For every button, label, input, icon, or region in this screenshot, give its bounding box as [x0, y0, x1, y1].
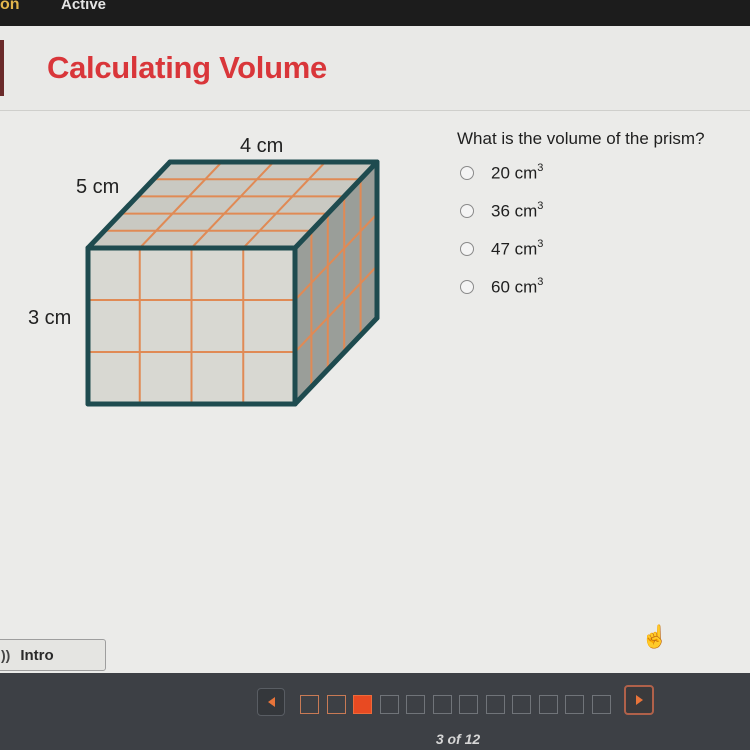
answer-option[interactable]: 20 cm3: [460, 161, 544, 183]
page-indicator-11[interactable]: [565, 695, 584, 714]
page-indicators: [300, 695, 618, 714]
radio-button[interactable]: [460, 204, 474, 218]
question-prompt: What is the volume of the prism?: [457, 129, 705, 148]
option-label: 36 cm3: [491, 199, 544, 221]
page-indicator-8[interactable]: [485, 695, 505, 714]
question-content: 4 cm 5 cm 3 cm What is the volume of the…: [0, 111, 750, 673]
radio-button[interactable]: [460, 280, 474, 294]
option-label: 60 cm3: [491, 275, 544, 297]
triangle-right-icon: [635, 695, 643, 705]
page-indicator-12[interactable]: [591, 695, 611, 714]
prism-figure: [85, 159, 380, 407]
page-count: 3 of 12: [435, 731, 481, 747]
page-indicator-2[interactable]: [326, 695, 346, 714]
next-button[interactable]: [624, 685, 654, 715]
answer-options: 20 cm3 36 cm3 47 cm3 60 cm3: [460, 161, 544, 315]
page-indicator-5[interactable]: [406, 695, 425, 714]
width-label: 5 cm: [76, 176, 120, 198]
lesson-header: Calculating Volume: [0, 26, 750, 111]
option-label: 47 cm3: [491, 237, 544, 259]
previous-button[interactable]: [257, 688, 285, 716]
header-accent: [0, 40, 4, 96]
tab-active[interactable]: Active: [61, 0, 106, 13]
triangle-left-icon: [267, 697, 275, 707]
option-label: 20 cm3: [491, 161, 544, 183]
audio-icon: )): [1, 647, 11, 663]
page-indicator-9[interactable]: [512, 695, 531, 714]
page-indicator-7[interactable]: [459, 695, 478, 714]
page-indicator-3[interactable]: [353, 695, 372, 714]
page-title: Calculating Volume: [47, 50, 327, 85]
answer-option[interactable]: 36 cm3: [460, 199, 544, 221]
height-label: 3 cm: [28, 307, 72, 329]
length-label: 4 cm: [240, 135, 284, 157]
front-face: [87, 247, 296, 405]
page-indicator-10[interactable]: [538, 695, 558, 714]
intro-label: Intro: [20, 646, 54, 664]
page-indicator-4[interactable]: [379, 695, 399, 714]
answer-option[interactable]: 47 cm3: [460, 237, 544, 259]
page-indicator-6[interactable]: [432, 695, 452, 714]
pagination-footer: 3 of 12: [0, 673, 750, 750]
top-bar: on Active: [0, 0, 750, 26]
intro-button[interactable]: )) Intro: [0, 639, 106, 671]
answer-option[interactable]: 60 cm3: [460, 275, 544, 297]
radio-button[interactable]: [460, 242, 474, 256]
page-indicator-1[interactable]: [300, 695, 319, 714]
hand-cursor-icon: ☝: [641, 624, 669, 649]
tab-previous[interactable]: on: [0, 0, 20, 14]
radio-button[interactable]: [460, 166, 474, 180]
